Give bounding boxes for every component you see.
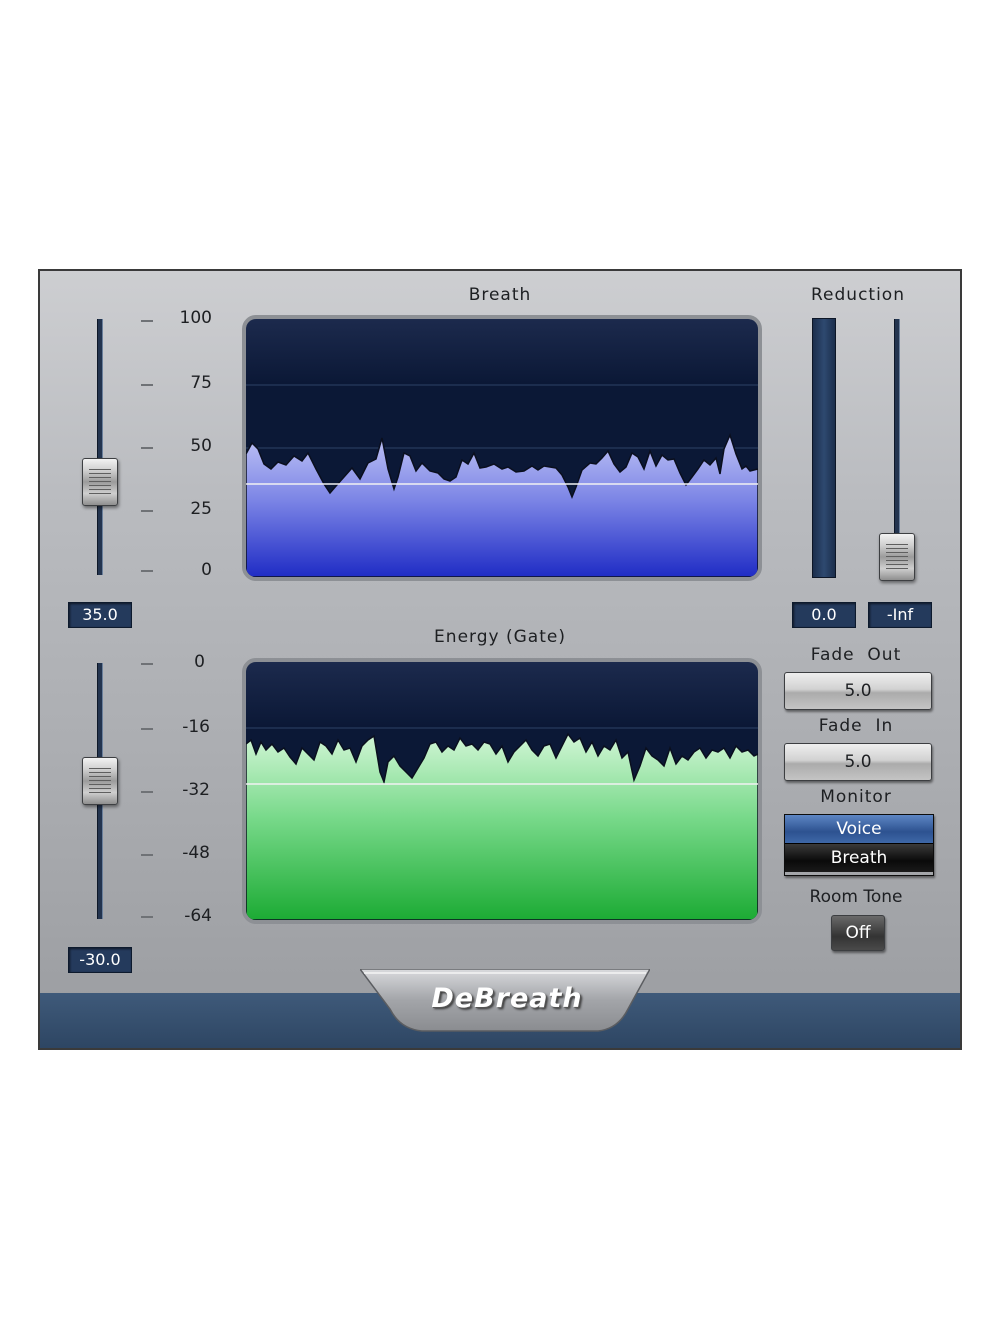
room-tone-button[interactable]: Off bbox=[831, 915, 885, 951]
fade-in-label: Fade In bbox=[818, 716, 894, 736]
breath-title: Breath bbox=[468, 285, 532, 305]
breath-tick: 100 bbox=[179, 308, 212, 328]
energy-title: Energy (Gate) bbox=[434, 627, 566, 647]
reduction-title: Reduction bbox=[811, 285, 905, 305]
breath-display bbox=[242, 315, 762, 581]
breath-waveform-graph bbox=[246, 319, 758, 577]
breath-tick: 75 bbox=[190, 373, 212, 393]
energy-tick: -32 bbox=[182, 780, 210, 800]
fade-out-button[interactable]: 5.0 bbox=[784, 672, 932, 710]
reduction-meter bbox=[812, 318, 836, 578]
reduction-slider-knob[interactable] bbox=[879, 533, 915, 581]
energy-threshold-knob[interactable] bbox=[82, 757, 118, 805]
breath-threshold-knob[interactable] bbox=[82, 458, 118, 506]
reduction-meter-value: 0.0 bbox=[792, 602, 856, 628]
energy-waveform-graph bbox=[246, 662, 758, 920]
breath-tick: 50 bbox=[190, 436, 212, 456]
reduction-slider-value[interactable]: -Inf bbox=[868, 602, 932, 628]
breath-tick: 0 bbox=[201, 560, 212, 580]
energy-tick: -48 bbox=[182, 843, 210, 863]
fade-out-label: Fade Out bbox=[810, 645, 902, 665]
room-tone-label: Room Tone bbox=[809, 887, 903, 907]
plugin-logo: DeBreath bbox=[431, 983, 583, 1014]
energy-tick: -64 bbox=[184, 906, 212, 926]
energy-tick: -16 bbox=[182, 717, 210, 737]
energy-display bbox=[242, 658, 762, 924]
monitor-selector: Voice Breath bbox=[784, 814, 934, 876]
breath-tick: 25 bbox=[190, 499, 212, 519]
energy-tick: 0 bbox=[194, 652, 205, 672]
breath-threshold-value[interactable]: 35.0 bbox=[68, 602, 132, 628]
monitor-label: Monitor bbox=[820, 787, 892, 807]
energy-threshold-value[interactable]: -30.0 bbox=[68, 947, 132, 973]
energy-waveform bbox=[246, 732, 758, 920]
debreath-plugin-window: Breath 100 75 50 25 0 35.0 Energy (Gate)… bbox=[38, 269, 962, 1050]
monitor-breath-option[interactable]: Breath bbox=[785, 844, 933, 872]
breath-threshold-track[interactable] bbox=[97, 319, 103, 575]
fade-in-button[interactable]: 5.0 bbox=[784, 743, 932, 781]
monitor-voice-option[interactable]: Voice bbox=[785, 815, 933, 844]
